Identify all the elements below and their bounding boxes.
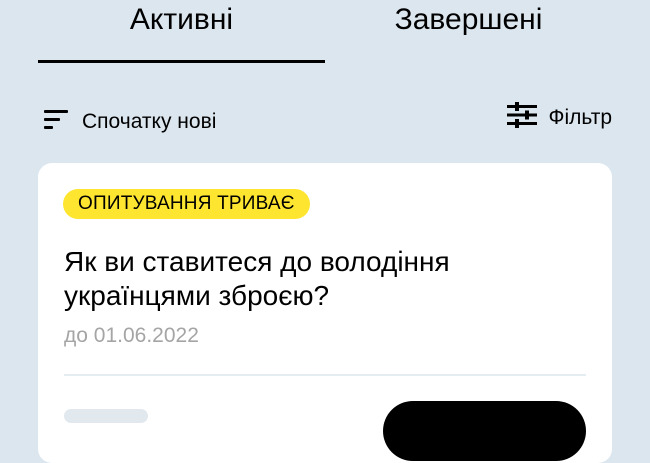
status-badge: ОПИТУВАННЯ ТРИВАЄ [63,189,310,219]
card-footer-info [64,409,148,423]
tab-completed[interactable]: Завершені [325,0,612,64]
tab-active-label: Активні [129,3,234,36]
tab-active[interactable]: Активні [38,0,325,64]
filter-button[interactable]: Фільтр [506,102,612,133]
tab-completed-label: Завершені [394,3,543,36]
poll-card[interactable]: ОПИТУВАННЯ ТРИВАЄ Як ви ставитеся до вол… [38,163,612,463]
sort-filter-row: Спочатку нові Фільтр [38,100,612,140]
poll-question: Як ви ставитеся до володіння українцями … [64,246,450,311]
sort-button[interactable]: Спочатку нові [44,108,216,135]
poll-deadline: до 01.06.2022 [64,324,199,347]
sort-label: Спочатку нові [82,109,217,133]
status-badge-label: ОПИТУВАННЯ ТРИВАЄ [78,193,295,214]
filter-label: Фільтр [548,105,612,129]
active-tab-indicator [38,60,325,63]
sort-lines-icon [44,108,68,135]
tab-bar: Активні Завершені [0,0,650,64]
vote-button[interactable] [383,401,586,461]
card-divider [64,374,586,376]
sliders-icon [506,102,537,133]
